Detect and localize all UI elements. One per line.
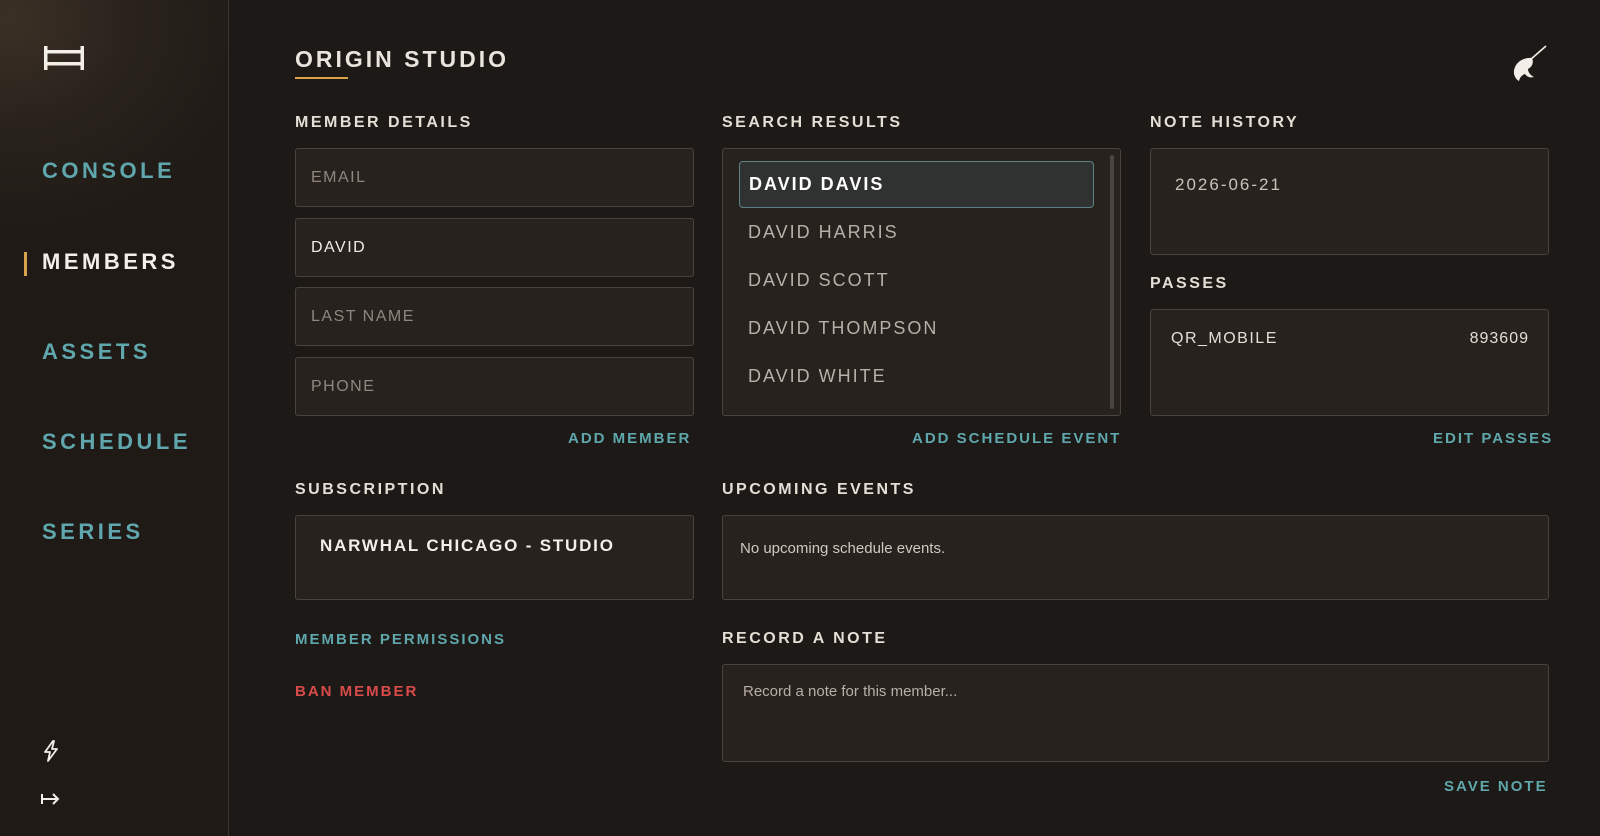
- list-item[interactable]: DAVID SCOTT: [739, 257, 1094, 304]
- note-textarea[interactable]: [722, 664, 1549, 762]
- active-indicator: [24, 252, 27, 276]
- note-history-label: NOTE HISTORY: [1150, 114, 1300, 131]
- search-results-label: SEARCH RESULTS: [722, 114, 903, 131]
- sidebar-item-console[interactable]: CONSOLE: [42, 158, 175, 184]
- sidebar: CONSOLE MEMBERS ASSETS SCHEDULE SERIES: [0, 0, 229, 836]
- subscription-name: NARWHAL CHICAGO - STUDIO: [320, 536, 615, 555]
- upcoming-events-empty: No upcoming schedule events.: [740, 540, 946, 557]
- email-field[interactable]: [295, 148, 694, 207]
- subscription-panel: NARWHAL CHICAGO - STUDIO: [295, 515, 694, 600]
- title-underline: [295, 77, 348, 79]
- note-date[interactable]: 2026-06-21: [1175, 175, 1282, 195]
- subscription-label: SUBSCRIPTION: [295, 481, 446, 498]
- add-member-button[interactable]: ADD MEMBER: [568, 430, 691, 447]
- member-details-label: MEMBER DETAILS: [295, 114, 473, 131]
- page-title: ORIGIN STUDIO: [295, 46, 510, 72]
- record-note-label: RECORD A NOTE: [722, 630, 888, 647]
- passes-label: PASSES: [1150, 275, 1229, 292]
- save-note-button[interactable]: SAVE NOTE: [1444, 778, 1548, 795]
- sidebar-item-members[interactable]: MEMBERS: [42, 249, 179, 275]
- add-schedule-event-button[interactable]: ADD SCHEDULE EVENT: [912, 430, 1121, 447]
- first-name-input[interactable]: [311, 238, 678, 257]
- phone-input[interactable]: [311, 377, 678, 396]
- phone-field[interactable]: [295, 357, 694, 416]
- pass-number: 893609: [1469, 330, 1529, 347]
- list-item[interactable]: DAVID WHITE: [739, 353, 1094, 400]
- list-item[interactable]: DAVID DAVIS: [739, 161, 1094, 208]
- note-history-panel: 2026-06-21: [1150, 148, 1549, 255]
- upcoming-events-label: UPCOMING EVENTS: [722, 481, 916, 498]
- logo-icon[interactable]: [44, 46, 84, 70]
- logout-icon[interactable]: [40, 788, 62, 810]
- sidebar-item-series[interactable]: SERIES: [42, 519, 144, 545]
- ban-member-button[interactable]: BAN MEMBER: [295, 683, 418, 700]
- upcoming-events-panel: No upcoming schedule events.: [722, 515, 1549, 600]
- list-item[interactable]: DAVID HARRIS: [739, 209, 1094, 256]
- member-permissions-button[interactable]: MEMBER PERMISSIONS: [295, 631, 506, 648]
- sidebar-item-schedule[interactable]: SCHEDULE: [42, 429, 191, 455]
- pass-name: QR_MOBILE: [1171, 330, 1278, 347]
- list-item[interactable]: DAVID THOMPSON: [739, 305, 1094, 352]
- narwhal-icon: [1513, 45, 1547, 81]
- scrollbar[interactable]: [1110, 155, 1114, 409]
- first-name-field[interactable]: [295, 218, 694, 277]
- sidebar-item-assets[interactable]: ASSETS: [42, 339, 151, 365]
- app-root: CONSOLE MEMBERS ASSETS SCHEDULE SERIES O…: [0, 0, 1600, 836]
- edit-passes-button[interactable]: EDIT PASSES: [1433, 430, 1553, 447]
- last-name-field[interactable]: [295, 287, 694, 346]
- last-name-input[interactable]: [311, 307, 678, 326]
- bolt-icon[interactable]: [40, 740, 62, 762]
- passes-panel: QR_MOBILE 893609: [1150, 309, 1549, 416]
- search-results-list: DAVID DAVIS DAVID HARRIS DAVID SCOTT DAV…: [722, 148, 1121, 416]
- email-input[interactable]: [311, 168, 678, 187]
